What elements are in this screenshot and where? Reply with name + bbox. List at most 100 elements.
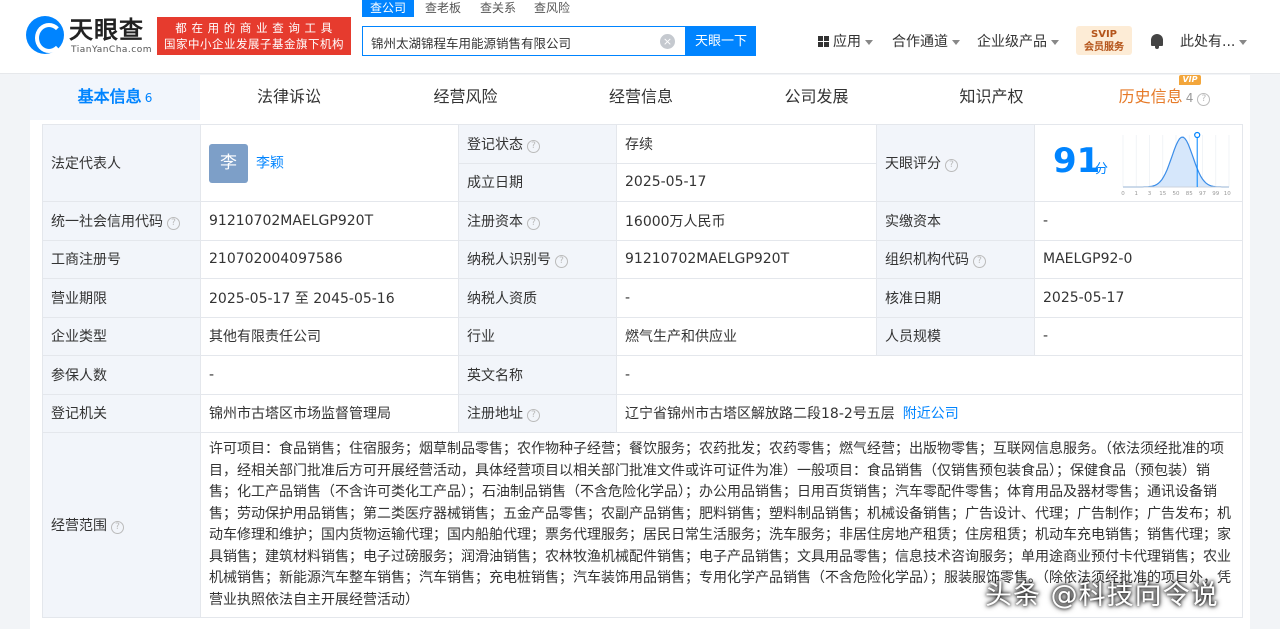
legal-rep-cell: 李李颖 [200,124,459,202]
bell-icon[interactable] [1150,34,1164,49]
score-tick-label: 100 [1224,191,1231,197]
chevron-down-icon [1239,39,1248,45]
biz-reg-no-label: 工商注册号 [42,239,201,279]
tab-development[interactable]: 公司发展 [729,75,904,120]
est-date-value: 2025-05-17 [616,162,877,202]
reg-address-label: 注册地址? [458,393,617,433]
credit-code-value: 91210702MAELGP920T [200,201,459,241]
svip-label: SVIP [1091,29,1117,40]
org-code-label: 组织机构代码? [876,239,1035,279]
vip-badge: VIP [1179,75,1201,85]
taxpayer-id-label: 纳税人识别号? [458,239,617,279]
org-code-value: MAELGP92-0 [1034,239,1243,279]
chevron-down-icon [952,39,960,45]
help-icon[interactable]: ? [111,521,124,534]
search-tab-risk[interactable]: 查风险 [534,0,570,17]
english-name-value: - [616,355,1243,395]
score-tick-label: 99 [1212,191,1219,197]
svip-member-button[interactable]: SVIP 会员服务 [1076,26,1132,55]
taxpayer-qual-value: - [616,278,877,318]
score-tick-label: 3 [1148,191,1152,197]
clear-icon[interactable]: × [660,34,675,49]
help-icon[interactable]: ? [555,255,568,269]
search-tab-company[interactable]: 查公司 [362,0,415,17]
insured-value: - [200,355,459,395]
insured-label: 参保人数 [42,355,201,395]
term-label: 营业期限 [42,278,201,318]
reg-address-cell: 辽宁省锦州市古塔区解放路二段18-2号五层 附近公司 [616,393,1243,433]
help-icon[interactable]: ? [527,409,540,423]
scope-label: 经营范围? [42,432,201,618]
tab-ip[interactable]: 知识产权 [904,75,1079,120]
help-icon[interactable]: ? [167,216,180,230]
paid-capital-label: 实缴资本 [876,201,1035,241]
logo-domain: TianYanCha.com [71,45,153,55]
nav-apps[interactable]: 应用 [818,32,873,52]
term-value: 2025-05-17 至 2045-05-16 [200,278,459,318]
tab-operation[interactable]: 经营信息 [553,75,729,120]
approval-date-label: 核准日期 [876,278,1035,318]
score-tick-label: 1 [1135,191,1139,197]
reg-address-value: 辽宁省锦州市古塔区解放路二段18-2号五层 [625,406,895,423]
score-distribution-chart: 0 1 3 15 50 85 97 99 100 [1121,131,1231,197]
approval-date-value: 2025-05-17 [1034,278,1243,318]
reg-authority-label: 登记机关 [42,393,201,433]
tab-history[interactable]: 历史信息 4? [1079,75,1250,120]
status-badge: 存续 [616,124,877,164]
score-marker-dot [1194,131,1201,139]
section-tabs: 基本信息 6 法律诉讼 经营风险 经营信息 公司发展 知识产权 历史信息 4? VI… [30,75,1250,120]
help-icon[interactable]: ? [1197,93,1211,106]
legal-rep-label: 法定代表人 [42,124,201,202]
score-tick-label: 0 [1121,191,1125,197]
search-box: × [362,26,686,56]
avatar[interactable]: 李 [209,143,248,183]
score-tick-label: 50 [1173,191,1180,197]
nav-channel[interactable]: 合作通道 [892,32,960,52]
chevron-down-icon [1051,39,1059,45]
nearby-companies-link[interactable]: 附近公司 [903,406,959,422]
slogan-line-1: 都 在 用 的 商 业 查 询 工 具 [175,21,333,35]
tianyancha-logo[interactable]: 天眼查 TianYanCha.com [26,16,153,58]
industry-label: 行业 [458,316,617,356]
reg-capital-value: 16000万人民币 [616,201,877,241]
company-type-label: 企业类型 [42,316,201,356]
english-name-label: 英文名称 [458,355,617,395]
score-value: 91 [1053,141,1101,181]
staff-size-value: - [1034,316,1243,356]
reg-capital-label: 注册资本? [458,201,617,241]
est-date-label: 成立日期 [458,162,617,202]
help-icon[interactable]: ? [945,159,958,172]
search-tab-relation[interactable]: 查关系 [480,0,516,17]
chevron-down-icon [865,39,873,45]
reg-status-label: 登记状态? [458,124,617,164]
nav-enterprise-products[interactable]: 企业级产品 [977,32,1059,52]
biz-reg-no-value: 210702004097586 [200,239,459,279]
tab-basic-info[interactable]: 基本信息 6 [30,75,200,120]
logo-name: 天眼查 [69,16,144,44]
paid-capital-value: - [1034,201,1243,241]
tab-risk[interactable]: 经营风险 [378,75,553,120]
search-tab-boss[interactable]: 查老板 [425,0,461,17]
score-tick-label: 85 [1186,191,1193,197]
legal-rep-link[interactable]: 李颖 [256,155,284,171]
taxpayer-id-value: 91210702MAELGP920T [616,239,877,279]
industry-value: 燃气生产和供应业 [616,316,877,356]
basic-info-panel: 法定代表人 李李颖 登记状态? 存续 天眼评分? 91 分 0 1 3 15 50 85 9… [30,120,1250,629]
grid-icon [818,36,829,47]
score-unit: 分 [1095,162,1109,177]
slogan-banner: 都 在 用 的 商 业 查 询 工 具 国家中小企业发展子基金旗下机构 [157,17,351,55]
user-menu[interactable]: 此处有... [1180,32,1248,52]
slogan-line-2: 国家中小企业发展子基金旗下机构 [164,37,344,51]
score-cell[interactable]: 91 分 0 1 3 15 50 85 97 99 100 [1034,124,1243,202]
credit-code-label: 统一社会信用代码? [42,201,201,241]
basic-info-table: 法定代表人 李李颖 登记状态? 存续 天眼评分? 91 分 0 1 3 15 50 85 9… [42,124,1243,618]
search-button[interactable]: 天眼一下 [686,26,756,56]
member-service-label: 会员服务 [1084,42,1124,53]
help-icon[interactable]: ? [527,139,540,153]
help-icon[interactable]: ? [973,255,986,269]
company-type-value: 其他有限责任公司 [200,316,459,356]
help-icon[interactable]: ? [527,216,540,230]
taxpayer-qual-label: 纳税人资质 [458,278,617,318]
tab-legal[interactable]: 法律诉讼 [200,75,378,120]
search-input[interactable] [371,32,651,52]
